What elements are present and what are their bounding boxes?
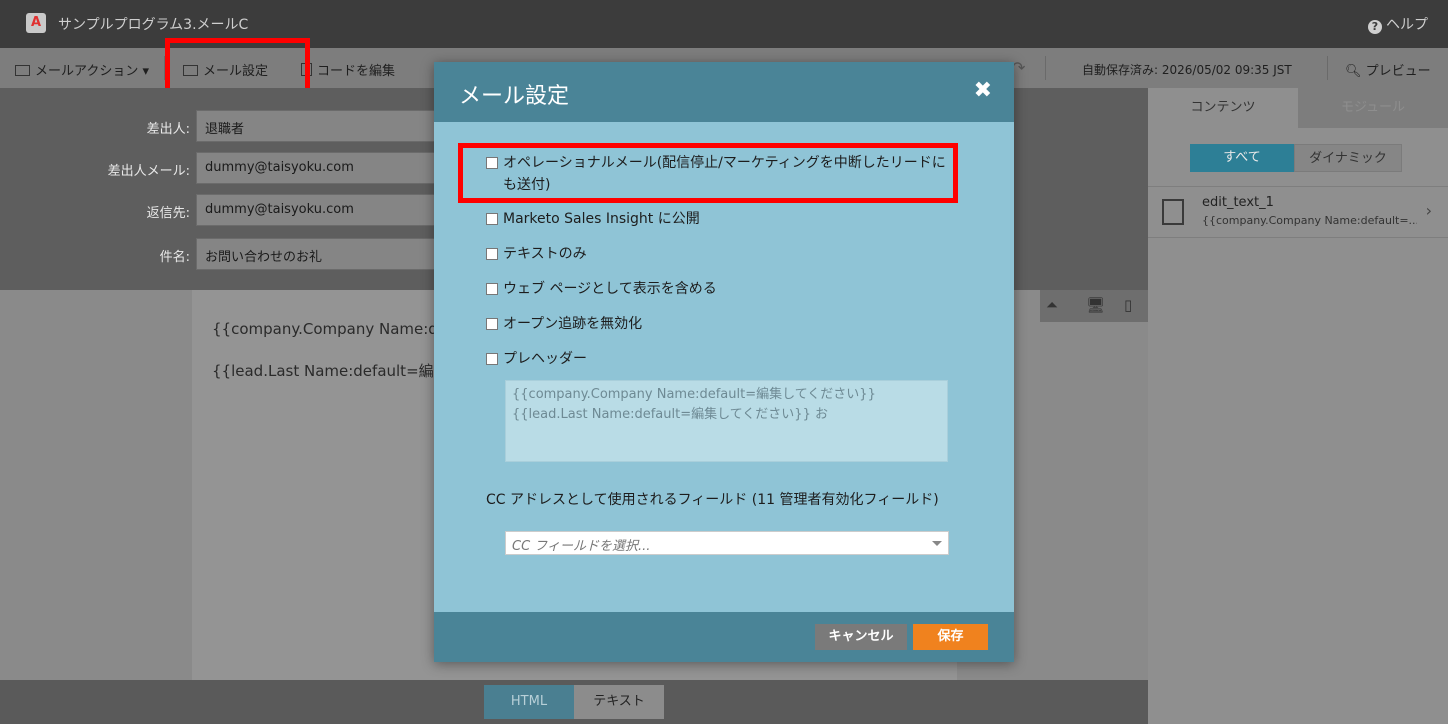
- option-preheader[interactable]: プレヘッダー: [486, 348, 587, 370]
- dialog-header: メール設定 ✖: [434, 62, 1014, 122]
- disable-open-tracking-label: オープン追跡を無効化: [503, 316, 643, 332]
- toolbar-divider: [1327, 56, 1328, 80]
- content-item-subtitle: {{company.Company Name:default=...: [1202, 214, 1417, 227]
- sales-insight-label: Marketo Sales Insight に公開: [503, 211, 700, 227]
- tab-text[interactable]: テキスト: [574, 685, 664, 719]
- document-icon: [1162, 199, 1184, 225]
- right-panel: コンテンツ モジュール すべて ダイナミック edit_text_1 {{com…: [1148, 88, 1448, 724]
- collapse-header-icon[interactable]: ⏶: [1046, 296, 1058, 314]
- preview-label: プレビュー: [1365, 64, 1431, 79]
- close-icon[interactable]: ✖: [974, 78, 992, 103]
- from-name-label: 差出人:: [146, 122, 190, 137]
- preheader-label: プレヘッダー: [503, 351, 587, 367]
- text-only-checkbox[interactable]: [486, 248, 498, 260]
- device-toggle-bar: ⏶ 🖥︎ ▯: [1040, 290, 1148, 322]
- email-actions-menu[interactable]: メールアクション ▾: [15, 60, 149, 79]
- help-link[interactable]: ? ヘルプ: [1368, 14, 1428, 34]
- help-icon: ?: [1368, 20, 1382, 34]
- reply-to-label: 返信先:: [146, 206, 190, 221]
- content-item-title: edit_text_1: [1202, 195, 1274, 210]
- tab-modules[interactable]: モジュール: [1298, 88, 1448, 128]
- filter-dynamic[interactable]: ダイナミック: [1294, 144, 1402, 172]
- option-text-only[interactable]: テキストのみ: [486, 243, 587, 265]
- redo-icon[interactable]: ↷: [1012, 58, 1025, 77]
- desktop-view-icon[interactable]: 🖥︎: [1086, 296, 1105, 314]
- dialog-title: メール設定: [459, 84, 570, 109]
- edit-code-button[interactable]: コードを編集: [301, 60, 395, 79]
- marketo-logo-icon: A: [26, 13, 46, 33]
- dialog-footer: キャンセル 保存: [434, 612, 1014, 662]
- web-page-view-checkbox[interactable]: [486, 283, 498, 295]
- preview-button[interactable]: 🔍︎ プレビュー: [1345, 60, 1431, 79]
- subject-label: 件名:: [159, 250, 190, 265]
- help-label: ヘルプ: [1386, 17, 1428, 33]
- content-list-item[interactable]: edit_text_1 {{company.Company Name:defau…: [1148, 186, 1448, 238]
- bottom-view-tabs: HTML テキスト: [0, 680, 1148, 724]
- tab-html[interactable]: HTML: [484, 685, 574, 719]
- edit-code-label: コードを編集: [317, 64, 396, 79]
- chevron-down-icon: [932, 541, 942, 546]
- mobile-view-icon[interactable]: ▯: [1124, 296, 1132, 314]
- preheader-checkbox[interactable]: [486, 353, 498, 365]
- highlight-operational-email: [458, 143, 958, 203]
- save-button[interactable]: 保存: [913, 624, 988, 650]
- envelope-icon: [15, 65, 30, 76]
- toolbar-divider: [1045, 56, 1046, 80]
- autosave-status: 自動保存済み: 2026/05/02 09:35 JST: [1082, 63, 1292, 77]
- email-actions-label: メールアクション ▾: [35, 64, 150, 79]
- body-line-lead[interactable]: {{lead.Last Name:default=編集: [212, 360, 449, 381]
- search-icon: 🔍︎: [1345, 64, 1366, 79]
- preheader-textarea[interactable]: {{company.Company Name:default=編集してください}…: [505, 380, 948, 462]
- disable-open-tracking-checkbox[interactable]: [486, 318, 498, 330]
- sales-insight-checkbox[interactable]: [486, 213, 498, 225]
- app-title: サンプルプログラム3.メールC: [58, 17, 249, 33]
- filter-all[interactable]: すべて: [1190, 144, 1294, 172]
- body-line-company[interactable]: {{company.Company Name:de: [212, 320, 447, 338]
- tab-content[interactable]: コンテンツ: [1148, 88, 1298, 128]
- cc-field-select[interactable]: CC フィールドを選択...: [505, 531, 949, 555]
- cc-fields-label: CC アドレスとして使用されるフィールド (11 管理者有効化フィールド): [486, 492, 939, 508]
- chevron-right-icon: ›: [1425, 201, 1432, 220]
- cancel-button[interactable]: キャンセル: [815, 624, 907, 650]
- option-disable-open-tracking[interactable]: オープン追跡を無効化: [486, 313, 642, 335]
- cc-field-placeholder: CC フィールドを選択...: [512, 539, 651, 554]
- text-only-label: テキストのみ: [503, 246, 587, 262]
- option-sales-insight[interactable]: Marketo Sales Insight に公開: [486, 208, 700, 230]
- web-page-view-label: ウェブ ページとして表示を含める: [503, 281, 717, 297]
- option-web-page-view[interactable]: ウェブ ページとして表示を含める: [486, 278, 717, 300]
- from-email-label: 差出人メール:: [107, 164, 190, 179]
